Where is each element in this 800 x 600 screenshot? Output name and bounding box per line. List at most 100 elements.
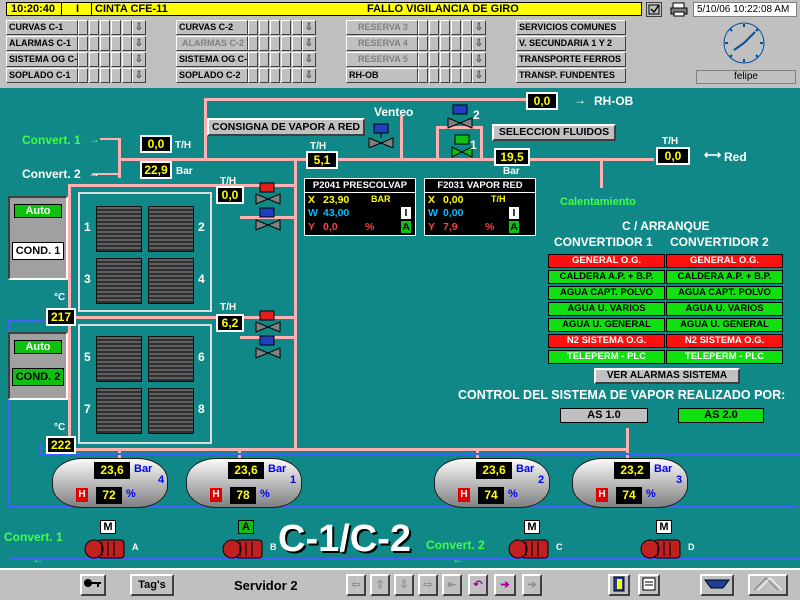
first-page-icon[interactable]: ⇤ [442,574,462,596]
arrow-up-icon[interactable]: ⇧ [370,574,390,596]
control-title: CONTROL DEL SISTEMA DE VAPOR REALIZADO P… [458,388,786,402]
pressure-red-value: 19,5 [494,148,530,166]
arrow-left-icon: ← [452,552,464,566]
nav-button-soplado-c-1[interactable]: SOPLADO C-1 [6,68,78,83]
cond1-unit[interactable]: 1 2 3 4 [78,192,212,312]
forward-icon[interactable]: ➔ [494,574,516,596]
as1-indicator[interactable]: AS 1.0 [560,408,648,423]
pump-icon[interactable] [508,536,554,565]
valve-2-number: 2 [473,108,480,122]
pump-icon[interactable] [84,536,130,565]
faceplate-mode-auto[interactable]: A [401,221,411,233]
dropdown-arrow-icon[interactable]: ⇩ [302,52,316,67]
alarm-slot-indicator [281,36,291,51]
nav-button-curvas-c-1[interactable]: CURVAS C-1 [6,20,78,35]
cond2-unit[interactable]: 5 6 7 8 [78,324,212,444]
alarm-slot-indicator [451,52,461,67]
alarm-slot-indicator [292,68,302,83]
nav-button-transporte-ferros[interactable]: TRANSPORTE FERROS [516,52,626,67]
arrow-left-icon[interactable]: ⇦ [346,574,366,596]
pipe-calentamiento [600,158,603,188]
nav-button-reserva-5[interactable]: RESERVA 5 [346,52,418,67]
nav-button-rh-ob[interactable]: RH-OB [346,68,418,83]
arranque-status-c2: CALDERA A.P. + B.P. [666,270,783,284]
analog-clock-icon [720,20,768,66]
dropdown-arrow-icon[interactable]: ⇩ [472,20,486,35]
condenser2-valve-icon[interactable] [254,310,282,362]
convert2-inlet-label: Convert. 2 [22,167,81,181]
dropdown-arrow-icon[interactable]: ⇩ [302,36,316,51]
fan-number: 5 [84,350,91,364]
dropdown-arrow-icon[interactable]: ⇩ [302,68,316,83]
exit-door-icon[interactable] [608,574,630,596]
as2-indicator[interactable]: AS 2.0 [678,408,764,423]
conveyor-icon[interactable] [700,574,734,596]
nav-button-alarmas-c-2[interactable]: ALARMAS C-2 [176,36,248,51]
drum-pressure-unit: Bar [516,463,535,475]
next-icon[interactable]: ➔ [522,574,542,596]
pump-mode-tag[interactable]: M [656,520,672,534]
tags-button[interactable]: Tag's [130,574,174,596]
faceplate-mode-internal[interactable]: I [509,207,519,219]
pump-mode-tag[interactable]: A [238,520,254,534]
flow-c2-value: 6,2 [216,314,244,332]
condenser1-valve-icon[interactable] [254,182,282,234]
nav-button-v-secundaria-1-y-2[interactable]: V. SECUNDARIA 1 Y 2 [516,36,626,51]
pump-icon[interactable] [222,536,268,565]
pump-mode-tag[interactable]: M [100,520,116,534]
nav-button-alarmas-c-1[interactable]: ALARMAS C-1 [6,36,78,51]
pipe-venteo [400,116,403,158]
consigna-vapor-button[interactable]: CONSIGNA DE VAPOR A RED [207,118,365,136]
pump-icon[interactable] [640,536,686,565]
arrow-down-icon[interactable]: ⇩ [394,574,414,596]
nav-button-curvas-c-2[interactable]: CURVAS C-2 [176,20,248,35]
dropdown-arrow-icon[interactable]: ⇩ [302,20,316,35]
alarm-slot-indicator [122,20,132,35]
dropdown-arrow-icon[interactable]: ⇩ [472,68,486,83]
nav-button-reserva-3[interactable]: RESERVA 3 [346,20,418,35]
drum-number: 4 [158,474,165,486]
drum-number: 2 [538,474,545,486]
report-icon[interactable] [638,574,660,596]
printer-icon[interactable] [670,2,688,17]
alarm-strip[interactable]: 10:20:40 I CINTA CFE-11 FALLO VIGILANCIA… [6,2,642,16]
arrow-right-icon[interactable]: ⇨ [418,574,438,596]
control-valve-venteo-icon[interactable] [366,122,396,149]
nav-button-sistema-og-c-2[interactable]: SISTEMA OG C-2 [176,52,248,67]
drum-pressure-value: 23,6 [228,462,264,479]
key-icon[interactable] [80,574,106,596]
return-icon[interactable]: ↶ [468,574,488,596]
faceplate-p2041[interactable]: P2041 PRESCOLVAP X 23,90 BAR W 43,00 I Y… [304,178,416,236]
ver-alarmas-button[interactable]: VER ALARMAS SISTEMA [594,368,740,384]
dropdown-arrow-icon[interactable]: ⇩ [132,68,146,83]
valve-2-icon[interactable] [446,104,474,130]
seleccion-fluidos-button[interactable]: SELECCION FLUIDOS [492,124,616,141]
nav-button-sistema-og-c-1[interactable]: SISTEMA OG C-1 [6,52,78,67]
pump-mode-tag[interactable]: M [524,520,540,534]
acknowledge-icon[interactable] [646,2,662,17]
dropdown-arrow-icon[interactable]: ⇩ [472,52,486,67]
signature-icon[interactable] [748,574,788,596]
fan-number: 7 [84,402,91,416]
dropdown-arrow-icon[interactable]: ⇩ [132,20,146,35]
nav-button-transp-fundentes[interactable]: TRANSP. FUNDENTES [516,68,626,83]
dropdown-arrow-icon[interactable]: ⇩ [472,36,486,51]
alarm-slot-indicator [248,52,258,67]
nav-button-soplado-c-2[interactable]: SOPLADO C-2 [176,68,248,83]
flow-c2-unit: T/H [220,302,237,313]
nav-button-servicios-comunes[interactable]: SERVICIOS COMUNES [516,20,626,35]
nav-button-reserva-4[interactable]: RESERVA 4 [346,36,418,51]
dropdown-arrow-icon[interactable]: ⇩ [132,52,146,67]
drum-level-value: 72 [96,487,122,504]
dropdown-arrow-icon[interactable]: ⇩ [132,36,146,51]
faceplate-f2031[interactable]: F2031 VAPOR RED X 0,00 T/H W 0,00 I Y 7,… [424,178,536,236]
arranque-status-c2: AGUA CAPT. POLVO [666,286,783,300]
alarm-slot-indicator [100,68,110,83]
convert2-outlet-label: Convert. 2 [426,538,485,552]
faceplate-mode-auto[interactable]: A [509,221,519,233]
cond1-mode[interactable]: Auto [14,204,62,218]
cond2-mode[interactable]: Auto [14,340,62,354]
fan-number: 4 [198,272,205,286]
alarm-slot-indicator [122,52,132,67]
faceplate-mode-internal[interactable]: I [401,207,411,219]
